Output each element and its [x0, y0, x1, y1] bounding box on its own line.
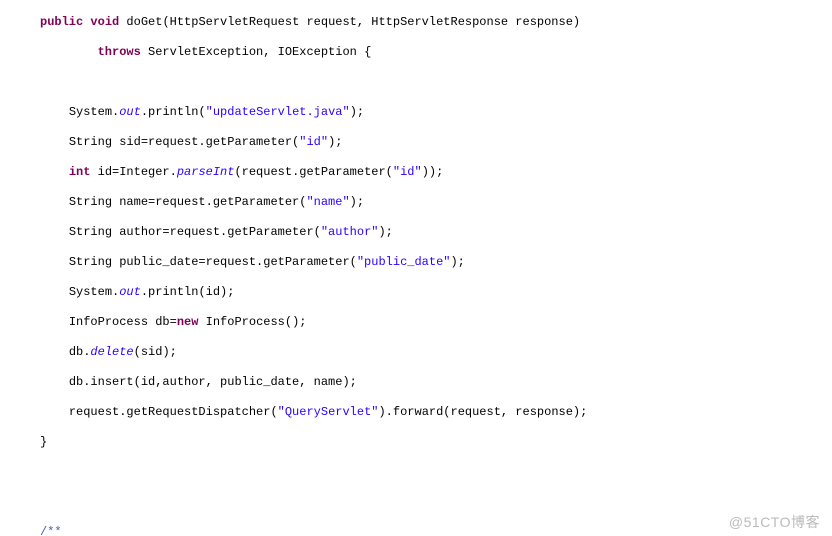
text: request.getRequestDispatcher( — [69, 405, 278, 419]
string-literal: "public_date" — [357, 255, 451, 269]
text: ); — [328, 135, 342, 149]
string-literal: "id" — [299, 135, 328, 149]
string-literal: "QueryServlet" — [278, 405, 379, 419]
code-line: public void doGet(HttpServletRequest req… — [30, 15, 832, 30]
string-literal: "name" — [306, 195, 349, 209]
text: String author=request.getParameter( — [69, 225, 321, 239]
static-field: out — [119, 285, 141, 299]
text: InfoProcess(); — [198, 315, 306, 329]
text: db. — [69, 345, 91, 359]
text: db.insert(id,author, public_date, name); — [69, 375, 357, 389]
text: ); — [378, 225, 392, 239]
string-literal: "author" — [321, 225, 379, 239]
code-line — [30, 465, 832, 480]
keyword-new: new — [177, 315, 199, 329]
keyword-void: void — [90, 15, 119, 29]
code-line: } — [30, 435, 832, 450]
text: } — [40, 435, 47, 449]
code-line — [30, 75, 832, 90]
code-line: System.out.println("updateServlet.java")… — [30, 105, 832, 120]
string-literal: "updateServlet.java" — [206, 105, 350, 119]
code-editor[interactable]: public void doGet(HttpServletRequest req… — [0, 0, 832, 536]
text: (request.getParameter( — [234, 165, 392, 179]
code-line: InfoProcess db=new InfoProcess(); — [30, 315, 832, 330]
code-line: throws ServletException, IOException { — [30, 45, 832, 60]
code-line: String public_date=request.getParameter(… — [30, 255, 832, 270]
code-line: db.insert(id,author, public_date, name); — [30, 375, 832, 390]
text: ).forward(request, response); — [378, 405, 587, 419]
text: (sid); — [134, 345, 177, 359]
code-line: int id=Integer.parseInt(request.getParam… — [30, 165, 832, 180]
code-line: System.out.println(id); — [30, 285, 832, 300]
code-line: String sid=request.getParameter("id"); — [30, 135, 832, 150]
text: ); — [350, 105, 364, 119]
text: ); — [450, 255, 464, 269]
text: )); — [422, 165, 444, 179]
keyword-public: public — [40, 15, 83, 29]
static-field: out — [119, 105, 141, 119]
watermark: @51CTO博客 — [729, 515, 820, 530]
text: InfoProcess db= — [69, 315, 177, 329]
code-line — [30, 495, 832, 510]
code-line: db.delete(sid); — [30, 345, 832, 360]
code-line: request.getRequestDispatcher("QueryServl… — [30, 405, 832, 420]
text: doGet(HttpServletRequest request, HttpSe… — [119, 15, 580, 29]
text: System. — [69, 285, 119, 299]
static-method: parseInt — [177, 165, 235, 179]
keyword-throws: throws — [98, 45, 141, 59]
code-line: String name=request.getParameter("name")… — [30, 195, 832, 210]
text: String sid=request.getParameter( — [69, 135, 299, 149]
text: String name=request.getParameter( — [69, 195, 307, 209]
text: .println(id); — [141, 285, 235, 299]
text: String public_date=request.getParameter( — [69, 255, 357, 269]
string-literal: "id" — [393, 165, 422, 179]
text: ); — [350, 195, 364, 209]
keyword-int: int — [69, 165, 91, 179]
text: .println( — [141, 105, 206, 119]
javadoc-line: /** — [30, 525, 832, 536]
text: ServletException, IOException { — [141, 45, 371, 59]
text: id=Integer. — [90, 165, 176, 179]
code-line: String author=request.getParameter("auth… — [30, 225, 832, 240]
text: System. — [69, 105, 119, 119]
text: /** — [40, 525, 62, 536]
method-italic: delete — [90, 345, 133, 359]
